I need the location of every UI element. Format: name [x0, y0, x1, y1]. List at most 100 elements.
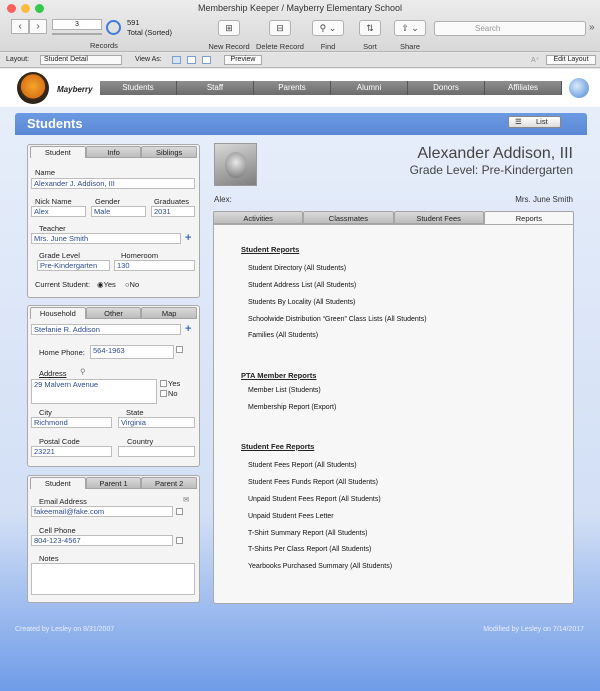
nav-parents[interactable]: Parents	[254, 81, 331, 95]
tab-other[interactable]: Other	[85, 307, 142, 319]
postal-code-field[interactable]: 23221	[31, 446, 112, 457]
main-navigation: Students Staff Parents Alumni Donors Aff…	[100, 81, 562, 95]
nav-alumni[interactable]: Alumni	[331, 81, 408, 95]
current-record-field[interactable]: 3	[52, 19, 102, 30]
layout-select[interactable]: Student Detail	[40, 55, 122, 65]
search-input[interactable]: Search	[434, 21, 586, 36]
email-checkbox[interactable]	[176, 508, 183, 515]
nav-staff[interactable]: Staff	[177, 81, 254, 95]
tab-info[interactable]: Info	[85, 146, 142, 158]
find-button[interactable]: ⚲ ⌄ Find	[311, 20, 345, 51]
list-view-icon[interactable]	[187, 56, 196, 64]
address-yes-checkbox[interactable]	[160, 380, 167, 387]
delete-record-icon: ⊟	[269, 20, 291, 36]
report-link[interactable]: Student Directory (All Students)	[248, 265, 346, 272]
child-portrait-icon	[224, 151, 247, 178]
share-button[interactable]: ⇧ ⌄ Share	[394, 20, 426, 51]
city-field[interactable]: Richmond	[31, 417, 112, 428]
report-link[interactable]: Schoolwide Distribution “Green” Class Li…	[248, 316, 427, 323]
tab-household[interactable]: Household	[30, 307, 86, 319]
current-yes-label: Yes	[103, 280, 116, 289]
delete-record-label: Delete Record	[256, 42, 304, 51]
nav-donors[interactable]: Donors	[408, 81, 485, 95]
delete-record-button[interactable]: ⊟ Delete Record	[254, 20, 306, 51]
address-yes-label: Yes	[168, 379, 181, 388]
add-teacher-icon[interactable]: +	[185, 232, 191, 244]
list-icon: ☰	[515, 117, 522, 126]
preview-button[interactable]: Preview	[224, 55, 262, 65]
current-yes-radio[interactable]: ◉Yes	[97, 280, 116, 289]
address-no-checkbox[interactable]	[160, 390, 167, 397]
report-link[interactable]: T-Shirts Per Class Report (All Students)	[248, 546, 371, 553]
cell-phone-field[interactable]: 804-123-4567	[31, 535, 173, 546]
school-name: Mayberry	[57, 85, 93, 94]
new-record-button[interactable]: ⊞ New Record	[208, 20, 250, 51]
cell-phone-label: Cell Phone	[39, 526, 76, 535]
nav-affiliates[interactable]: Affiliates	[485, 81, 562, 95]
tab-classmates[interactable]: Classmates	[303, 211, 394, 224]
state-field[interactable]: Virginia	[118, 417, 195, 428]
name-field[interactable]: Alexander J. Addison, III	[31, 178, 195, 189]
new-record-label: New Record	[208, 42, 250, 51]
tab-parent-1[interactable]: Parent 1	[85, 477, 142, 489]
cell-phone-checkbox[interactable]	[176, 537, 183, 544]
toolbar-overflow-icon[interactable]: »	[589, 22, 595, 33]
add-household-icon[interactable]: +	[185, 323, 191, 335]
tab-reports[interactable]: Reports	[483, 211, 574, 225]
city-label: City	[39, 408, 52, 417]
homeroom-field[interactable]: 130	[114, 260, 195, 271]
report-link[interactable]: Unpaid Student Fees Letter	[248, 513, 334, 520]
report-link[interactable]: Students By Locality (All Students)	[248, 299, 355, 306]
table-view-icon[interactable]	[202, 56, 211, 64]
next-record-button[interactable]: ›	[29, 19, 47, 34]
gender-field[interactable]: Male	[91, 206, 146, 217]
home-phone-field[interactable]: 564-1963	[90, 345, 174, 359]
postal-code-value: 23221	[34, 447, 55, 456]
form-view-icon[interactable]	[172, 56, 181, 64]
previous-record-button[interactable]: ‹	[11, 19, 29, 34]
student-photo[interactable]	[214, 143, 257, 186]
student-grade-level: Grade Level: Pre-Kindergarten	[409, 163, 573, 177]
report-link[interactable]: Student Fees Report (All Students)	[248, 462, 357, 469]
sort-button[interactable]: ⇅ Sort	[355, 20, 385, 51]
nick-name-field[interactable]: Alex	[31, 206, 86, 217]
email-field[interactable]: fakeemail@fake.com	[31, 506, 173, 517]
notes-field[interactable]	[31, 563, 195, 595]
current-no-radio[interactable]: ○No	[125, 280, 139, 289]
report-link[interactable]: Families (All Students)	[248, 332, 318, 339]
tab-contact-student[interactable]: Student	[30, 477, 86, 489]
tab-student[interactable]: Student	[30, 146, 86, 158]
country-field[interactable]	[118, 446, 195, 457]
grade-level-field[interactable]: Pre-Kindergarten	[37, 260, 110, 271]
home-phone-checkbox[interactable]	[176, 346, 183, 353]
household-field[interactable]: Stefanie R. Addison	[31, 324, 181, 335]
tab-siblings[interactable]: Siblings	[141, 146, 198, 158]
formatting-icon[interactable]: A⁺	[531, 56, 539, 64]
record-slider[interactable]	[52, 33, 102, 35]
nav-students[interactable]: Students	[100, 81, 177, 95]
report-link[interactable]: Student Address List (All Students)	[248, 282, 356, 289]
globe-icon[interactable]	[569, 78, 589, 98]
record-navigation: ‹ ›	[11, 19, 47, 34]
report-link[interactable]: T-Shirt Summary Report (All Students)	[248, 530, 367, 537]
report-link[interactable]: Membership Report (Export)	[248, 404, 336, 411]
tab-parent-2[interactable]: Parent 2	[141, 477, 198, 489]
student-teacher: Mrs. June Smith	[515, 195, 573, 204]
report-link[interactable]: Student Fees Funds Report (All Students)	[248, 479, 378, 486]
record-count: 591 Total (Sorted)	[127, 18, 172, 38]
student-full-name: Alexander Addison, III	[417, 145, 573, 162]
report-link[interactable]: Unpaid Student Fees Report (All Students…	[248, 496, 381, 503]
graduates-field[interactable]: 2031	[151, 206, 195, 217]
tab-student-fees[interactable]: Student Fees	[393, 211, 484, 224]
share-label: Share	[399, 42, 420, 51]
report-link[interactable]: Yearbooks Purchased Summary (All Student…	[248, 563, 392, 570]
map-pin-icon[interactable]: ⚲	[80, 367, 86, 376]
tab-activities[interactable]: Activities	[213, 211, 304, 224]
address-field[interactable]: 29 Malvern Avenue	[31, 379, 157, 404]
report-link[interactable]: Member List (Students)	[248, 387, 321, 394]
teacher-field[interactable]: Mrs. June Smith	[31, 233, 181, 244]
tab-map[interactable]: Map	[141, 307, 198, 319]
edit-layout-button[interactable]: Edit Layout	[546, 55, 596, 65]
list-button[interactable]: ☰ List	[508, 116, 561, 128]
mail-icon[interactable]: ✉	[183, 495, 189, 504]
